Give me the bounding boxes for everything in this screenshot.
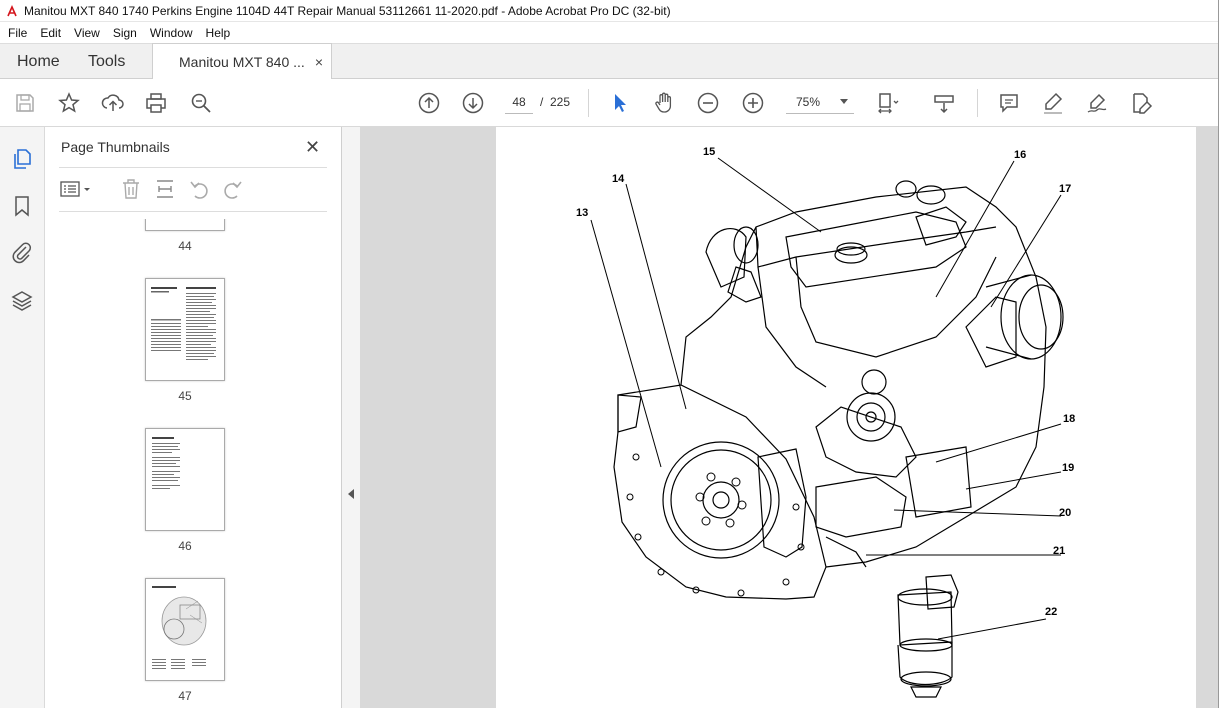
- page-number-input[interactable]: [505, 90, 533, 114]
- page-up-icon[interactable]: [417, 91, 441, 115]
- engine-diagram: [590, 157, 1064, 698]
- menu-edit[interactable]: Edit: [32, 26, 66, 40]
- thumbnail-page-47[interactable]: [145, 578, 225, 681]
- callout-label: 21: [1053, 545, 1066, 557]
- window-title: Manitou MXT 840 1740 Perkins Engine 1104…: [24, 3, 671, 18]
- menu-view[interactable]: View: [66, 26, 105, 40]
- close-panel-icon[interactable]: ✕: [305, 137, 320, 158]
- left-rail: [0, 127, 45, 708]
- edit-pdf-icon[interactable]: [1129, 91, 1153, 115]
- tab-document[interactable]: Manitou MXT 840 ... ×: [152, 43, 332, 80]
- toolbar-divider: [588, 89, 589, 117]
- callout-label: 14: [612, 173, 625, 185]
- comment-icon[interactable]: [997, 91, 1021, 115]
- thumbnail-label: 44: [178, 239, 192, 253]
- menu-bar: File Edit View Sign Window Help: [0, 22, 1219, 43]
- page-total: 225: [550, 95, 571, 109]
- undo-icon[interactable]: [187, 177, 211, 201]
- thumbnail-page-46[interactable]: [145, 428, 225, 531]
- acrobat-icon: [7, 4, 17, 16]
- thumbnail-label: 45: [178, 389, 192, 403]
- chevron-down-icon: [840, 99, 848, 104]
- callout-label: 13: [576, 207, 589, 219]
- tab-bar: Home Tools Manitou MXT 840 ... ×: [0, 43, 1219, 80]
- upload-icon[interactable]: [101, 91, 125, 115]
- divider: [59, 167, 327, 168]
- zoom-value: 75%: [796, 95, 821, 109]
- callout-label: 15: [703, 146, 716, 158]
- thumbnail-label: 47: [178, 689, 192, 703]
- toolbar-divider: [977, 89, 978, 117]
- fit-page-icon[interactable]: [876, 91, 900, 115]
- menu-file[interactable]: File: [0, 26, 32, 40]
- panel-title: Page Thumbnails: [61, 139, 170, 155]
- callout-label: 18: [1063, 413, 1076, 425]
- document-viewer[interactable]: 13 14 15 16 17 18 19 20 21 22: [360, 127, 1218, 708]
- pdf-page: 13 14 15 16 17 18 19 20 21 22: [496, 127, 1196, 708]
- menu-window[interactable]: Window: [142, 26, 198, 40]
- tab-tools[interactable]: Tools: [88, 44, 125, 79]
- trash-icon[interactable]: [119, 177, 143, 201]
- layers-icon[interactable]: [10, 289, 34, 313]
- sign-icon[interactable]: [1085, 91, 1109, 115]
- thumbnail-page-44[interactable]: [145, 219, 225, 231]
- callout-label: 17: [1059, 183, 1072, 195]
- bookmark-icon[interactable]: [10, 194, 34, 218]
- collapse-arrow-icon[interactable]: [348, 489, 354, 499]
- thumbnail-list: 44 45 46 47: [59, 219, 319, 708]
- title-bar: Manitou MXT 840 1740 Perkins Engine 1104…: [0, 0, 1219, 22]
- zoom-search-icon[interactable]: [189, 91, 213, 115]
- select-cursor-icon[interactable]: [608, 91, 632, 115]
- callout-label: 22: [1045, 606, 1058, 618]
- redo-icon[interactable]: [221, 177, 245, 201]
- tab-home[interactable]: Home: [17, 44, 60, 79]
- divider: [59, 211, 327, 212]
- attachment-icon[interactable]: [10, 240, 34, 264]
- print-icon[interactable]: [144, 91, 168, 115]
- callout-label: 20: [1059, 507, 1072, 519]
- star-icon[interactable]: [57, 91, 81, 115]
- thumbnail-label: 46: [178, 539, 192, 553]
- document-tab-label: Manitou MXT 840 ...: [179, 54, 305, 70]
- callout-label: 16: [1014, 149, 1027, 161]
- panel-collapse-handle[interactable]: [342, 127, 360, 708]
- save-icon[interactable]: [13, 91, 37, 115]
- zoom-in-icon[interactable]: [741, 91, 765, 115]
- page-down-icon[interactable]: [461, 91, 485, 115]
- scroll-mode-icon[interactable]: [932, 91, 956, 115]
- menu-sign[interactable]: Sign: [105, 26, 142, 40]
- hand-icon[interactable]: [652, 91, 676, 115]
- thumbnail-page-45[interactable]: [145, 278, 225, 381]
- options-menu-icon[interactable]: [59, 177, 90, 201]
- menu-help[interactable]: Help: [198, 26, 236, 40]
- page-separator: /: [540, 95, 544, 109]
- insert-page-icon[interactable]: [153, 177, 177, 201]
- callout-label: 19: [1062, 462, 1075, 474]
- zoom-dropdown[interactable]: 75%: [786, 90, 854, 114]
- highlight-icon[interactable]: [1041, 91, 1065, 115]
- page-thumbnails-icon[interactable]: [10, 147, 34, 171]
- toolbar: / 225 75%: [0, 79, 1219, 127]
- thumbnails-panel: Page Thumbnails ✕ 44 45 46 47: [45, 127, 377, 708]
- close-tab-icon[interactable]: ×: [315, 54, 323, 70]
- zoom-out-icon[interactable]: [696, 91, 720, 115]
